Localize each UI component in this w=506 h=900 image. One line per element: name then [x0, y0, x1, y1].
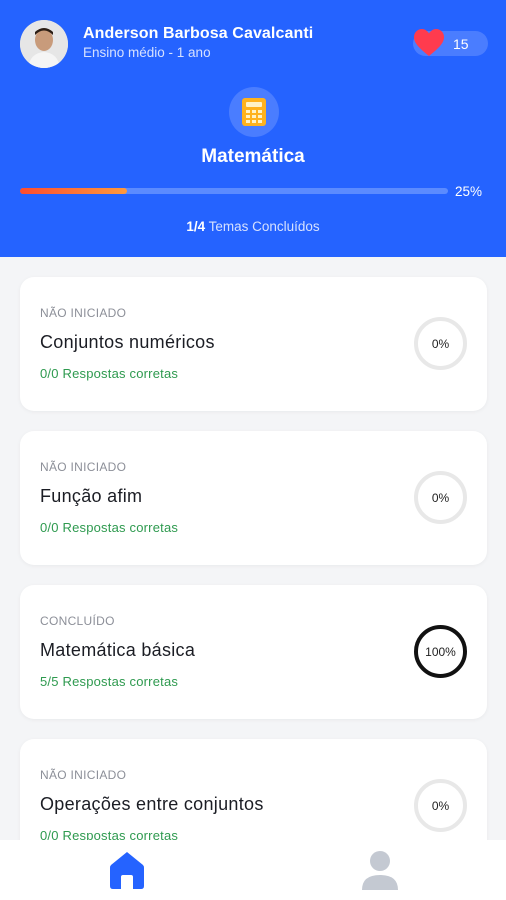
topic-title: Conjuntos numéricos	[40, 332, 215, 352]
subject-progress-bar	[20, 188, 448, 194]
subject-title: Matemática	[201, 146, 305, 167]
topic-title: Função afim	[40, 486, 143, 506]
profile-icon[interactable]	[361, 849, 399, 891]
topic-progress-label: 0%	[431, 798, 450, 813]
topic-progress-label: 0%	[431, 336, 450, 351]
subject-progress-fill	[20, 188, 127, 194]
themes-completed-count: 1/4	[186, 219, 206, 234]
topic-progress-ring: 0%	[414, 317, 467, 370]
home-icon[interactable]	[108, 849, 146, 891]
bottom-navigation	[0, 840, 506, 900]
topic-status: NÃO INICIADO	[40, 768, 127, 782]
topic-title: Matemática básica	[40, 640, 196, 660]
topic-progress-label: 100%	[425, 644, 456, 659]
topic-progress-ring: 0%	[414, 779, 467, 832]
topic-card[interactable]: CONCLUÍDO Matemática básica 5/5 Resposta…	[20, 585, 487, 719]
topic-card[interactable]: NÃO INICIADO Conjuntos numéricos 0/0 Res…	[20, 277, 487, 411]
topic-correct-answers: 0/0 Respostas corretas	[40, 366, 179, 381]
themes-completed: 1/4 Temas Concluídos	[0, 219, 506, 234]
topic-correct-answers: 5/5 Respostas corretas	[40, 674, 179, 689]
topic-status: NÃO INICIADO	[40, 460, 127, 474]
heart-icon	[414, 29, 444, 56]
subject-progress-label: 25%	[455, 184, 483, 199]
topic-progress-label: 0%	[431, 490, 450, 505]
themes-completed-label: Temas Concluídos	[208, 219, 320, 234]
lives-badge[interactable]: 15	[413, 29, 488, 56]
topic-progress-ring: 0%	[414, 471, 467, 524]
topic-status: NÃO INICIADO	[40, 306, 127, 320]
calculator-icon	[242, 98, 266, 126]
topic-status: CONCLUÍDO	[40, 614, 115, 628]
topic-title: Operações entre conjuntos	[40, 794, 264, 814]
lives-count: 15	[453, 36, 469, 52]
user-name: Anderson Barbosa Cavalcanti	[83, 25, 314, 42]
user-grade: Ensino médio - 1 ano	[83, 45, 211, 60]
topic-card[interactable]: NÃO INICIADO Função afim 0/0 Respostas c…	[20, 431, 487, 565]
avatar[interactable]	[20, 20, 68, 68]
subject-icon-circle	[229, 87, 279, 137]
topic-correct-answers: 0/0 Respostas corretas	[40, 520, 179, 535]
topic-progress-ring: 100%	[414, 625, 467, 678]
subject-header: Anderson Barbosa Cavalcanti Ensino médio…	[0, 0, 506, 257]
